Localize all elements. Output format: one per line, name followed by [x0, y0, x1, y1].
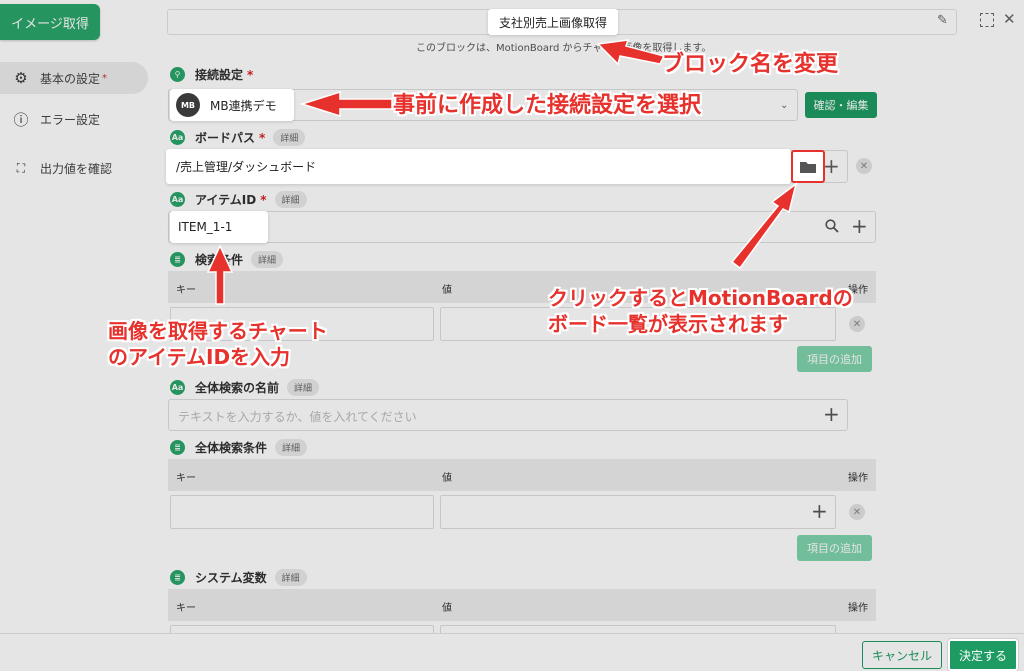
- annotation-board-list-1: クリックするとMotionBoardの: [548, 286, 853, 310]
- arrow-item-id: [206, 244, 234, 305]
- annotation-item-id-1: 画像を取得するチャート: [108, 319, 328, 343]
- arrow-select-connection: [299, 90, 393, 118]
- annotation-item-id-2: のアイテムIDを入力: [108, 345, 291, 369]
- arrow-folder: [730, 182, 798, 270]
- arrow-rename-block: [596, 39, 666, 66]
- annotation-board-list-2: ボード一覧が表示されます: [548, 312, 788, 336]
- annotation-rename-block: ブロック名を変更: [662, 52, 839, 77]
- annotation-select-connection: 事前に作成した接続設定を選択: [393, 93, 702, 118]
